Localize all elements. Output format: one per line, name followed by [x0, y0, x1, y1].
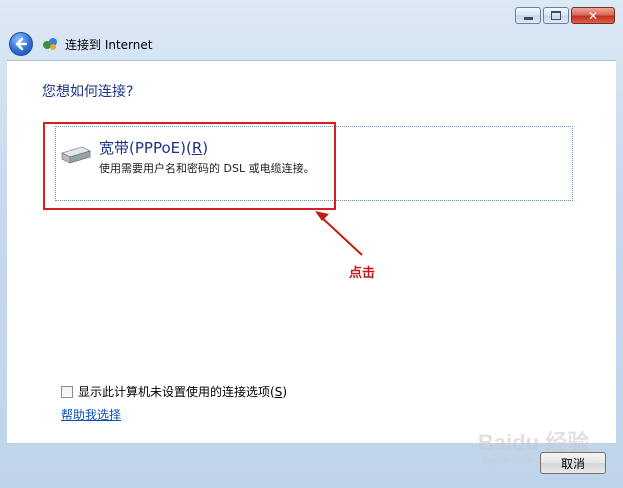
- close-icon: ✕: [587, 8, 599, 23]
- maximize-button[interactable]: [543, 7, 569, 24]
- wizard-content: 您想如何连接? 宽带(PPPoE)(R) 使用需要用户名和密码的 DSL 或电缆…: [7, 60, 616, 443]
- minimize-button[interactable]: [515, 7, 541, 24]
- option-title-close: ): [202, 139, 209, 157]
- cancel-button[interactable]: 取消: [540, 452, 606, 474]
- network-globe-icon: [43, 38, 57, 50]
- help-me-choose-link[interactable]: 帮助我选择: [61, 406, 121, 423]
- show-options-checkbox-row[interactable]: 显示此计算机未设置使用的连接选项(S): [61, 383, 287, 400]
- option-description: 使用需要用户名和密码的 DSL 或电缆连接。: [99, 162, 315, 175]
- modem-icon: [60, 146, 92, 164]
- option-title-text: 宽带(PPPoE)(: [99, 139, 192, 157]
- option-title: 宽带(PPPoE)(R): [99, 137, 208, 158]
- navigation-bar: 连接到 Internet: [0, 28, 623, 60]
- window-title: 连接到 Internet: [65, 38, 153, 52]
- page-heading: 您想如何连接?: [42, 84, 134, 100]
- option-title-accesskey: R: [191, 139, 203, 157]
- maximize-icon: [551, 11, 561, 20]
- minimize-icon: [523, 17, 533, 20]
- checkbox-label-close: ): [282, 385, 287, 399]
- show-options-checkbox[interactable]: [61, 385, 73, 398]
- close-button[interactable]: ✕: [571, 7, 615, 24]
- window-frame: ✕ 连接到 Internet 您想如何连接? 宽带(PPPoE)(R) 使用需要…: [0, 0, 623, 488]
- checkbox-label-text: 显示此计算机未设置使用的连接选项(: [78, 385, 275, 399]
- broadband-pppoe-option[interactable]: 宽带(PPPoE)(R) 使用需要用户名和密码的 DSL 或电缆连接。: [55, 126, 573, 201]
- annotation-label: 点击: [349, 266, 376, 281]
- caption-buttons: ✕: [515, 7, 615, 24]
- back-button[interactable]: [9, 32, 33, 56]
- back-arrow-icon: [15, 37, 28, 51]
- checkbox-label: 显示此计算机未设置使用的连接选项(S): [78, 383, 287, 400]
